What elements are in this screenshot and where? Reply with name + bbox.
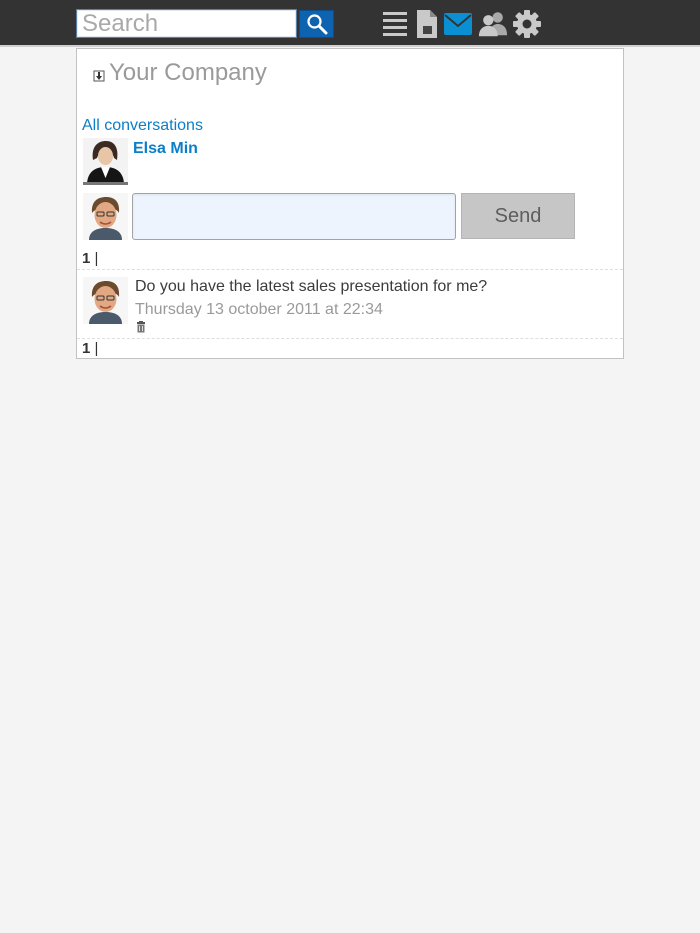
search-button[interactable] <box>299 10 334 38</box>
pager-top: 1 | <box>82 250 98 267</box>
mail-icon <box>444 13 472 35</box>
contact-name[interactable]: Elsa Min <box>133 140 198 158</box>
settings-icon <box>513 10 541 38</box>
top-navigation-bar <box>0 0 700 47</box>
contact-photo <box>83 138 128 185</box>
documents-button[interactable] <box>412 9 442 39</box>
send-button[interactable]: Send <box>461 193 575 239</box>
menu-icon <box>383 12 407 36</box>
search-field[interactable] <box>76 9 297 38</box>
pager-current-page[interactable]: 1 <box>82 340 90 357</box>
author-photo <box>83 277 128 324</box>
settings-button[interactable] <box>512 9 542 39</box>
divider <box>77 338 623 339</box>
search-icon <box>306 14 327 35</box>
message-author-avatar <box>83 277 128 324</box>
contact-avatar[interactable] <box>83 138 128 185</box>
contacts-button[interactable] <box>478 9 508 39</box>
message-timestamp: Thursday 13 october 2011 at 22:34 <box>135 301 383 318</box>
message-compose-box[interactable] <box>132 193 456 240</box>
messages-button[interactable] <box>443 9 473 39</box>
all-conversations-link[interactable]: All conversations <box>82 117 203 135</box>
conversation-panel: Your Company All conversations Elsa Min … <box>76 48 624 359</box>
user-photo <box>83 193 128 240</box>
company-header: Your Company <box>93 59 267 87</box>
pager-bottom: 1 | <box>82 340 98 357</box>
message-text: Do you have the latest sales presentatio… <box>135 278 488 295</box>
company-title: Your Company <box>109 59 267 86</box>
menu-button[interactable] <box>380 9 410 39</box>
pager-separator: | <box>94 250 99 267</box>
trash-icon[interactable] <box>135 321 147 333</box>
user-avatar <box>83 193 128 240</box>
users-icon <box>478 12 508 37</box>
search-input[interactable] <box>77 10 296 37</box>
download-icon[interactable] <box>93 70 105 82</box>
pager-current-page[interactable]: 1 <box>82 250 90 267</box>
divider <box>77 269 623 270</box>
pager-separator: | <box>94 340 99 357</box>
document-icon <box>417 10 437 38</box>
